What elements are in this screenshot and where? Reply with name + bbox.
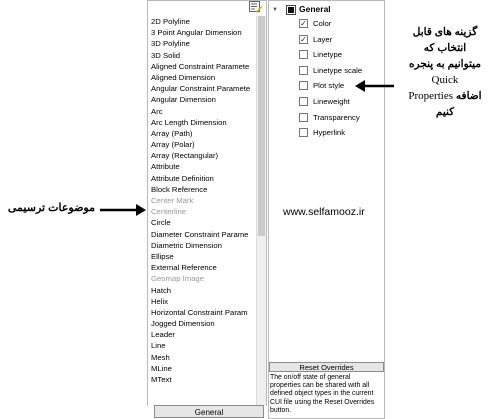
object-list-item[interactable]: Aligned Constraint Paramete	[149, 61, 255, 72]
collapse-arrow-icon[interactable]: ▼	[272, 7, 278, 13]
object-list-item[interactable]: Diameter Constraint Parame	[149, 229, 255, 240]
checkbox-unchecked[interactable]	[299, 128, 308, 138]
object-list-item[interactable]: Leader	[149, 329, 255, 340]
object-list-item[interactable]: Arc Length Dimension	[149, 117, 255, 128]
object-list-item[interactable]: Horizontal Constraint Param	[149, 307, 255, 318]
annotation-right-fa: اضافه	[455, 90, 482, 102]
object-list-scrollbar[interactable]	[256, 16, 266, 405]
annotation-right-line: گزینه های قابل	[412, 26, 478, 38]
object-list-item[interactable]: Hatch	[149, 285, 255, 296]
property-row[interactable]: ✓ Color	[299, 18, 384, 30]
general-tab-button[interactable]: General	[154, 405, 264, 418]
checkbox-unchecked[interactable]	[299, 50, 308, 60]
arrow-right-icon	[100, 204, 146, 216]
checkbox-checked[interactable]: ✓	[299, 19, 308, 28]
property-label: Layer	[313, 34, 333, 44]
object-list-item[interactable]: Block Reference	[149, 184, 255, 195]
property-row[interactable]: Transparency	[299, 112, 384, 124]
property-row[interactable]: Lineweight	[299, 96, 384, 108]
object-list-item[interactable]: Attribute Definition	[149, 173, 255, 184]
object-list-item[interactable]: 3D Solid	[149, 50, 255, 61]
property-label: Transparency	[313, 112, 360, 122]
property-row[interactable]: ✓ Layer	[299, 34, 384, 46]
object-list-item[interactable]: Array (Rectangular)	[149, 150, 255, 161]
object-list-item[interactable]: MText	[149, 374, 255, 385]
checkbox-unchecked[interactable]	[299, 97, 308, 106]
section-checkbox[interactable]	[286, 5, 296, 15]
object-list-item[interactable]: 3 Point Angular Dimension	[149, 27, 255, 38]
annotation-right: گزینه های قابل انتخاب که میتوانیم به پنج…	[392, 24, 498, 120]
annotation-right-line: Quick	[431, 74, 459, 86]
object-list-item[interactable]: 2D Polyline	[149, 16, 255, 27]
annotation-right-latin: Properties	[408, 90, 453, 102]
annotation-right-line: انتخاب که	[423, 42, 467, 54]
object-list-item[interactable]: 3D Polyline	[149, 38, 255, 49]
object-list-item[interactable]: MLine	[149, 363, 255, 374]
object-list-item[interactable]: Circle	[149, 217, 255, 228]
object-list-item[interactable]: Array (Polar)	[149, 139, 255, 150]
object-list-item[interactable]: Geomap Image	[149, 273, 255, 284]
arrow-left-icon	[355, 80, 394, 92]
annotation-right-line: کنیم	[435, 106, 455, 118]
checkbox-unchecked[interactable]	[299, 81, 308, 91]
annotation-right-line: میتوانیم به پنجره	[409, 58, 481, 70]
section-title: General	[299, 4, 331, 14]
object-list-item[interactable]: Attribute	[149, 161, 255, 172]
object-list-item[interactable]: Diametric Dimension	[149, 240, 255, 251]
website-watermark: www.selfamooz.ir	[283, 206, 365, 218]
object-list-item[interactable]: Angular Dimension	[149, 94, 255, 105]
property-label: Lineweight	[313, 97, 350, 106]
property-row[interactable]: Linetype	[299, 49, 384, 61]
object-list-item[interactable]: Centerline	[149, 206, 255, 217]
object-list-item[interactable]: External Reference	[149, 262, 255, 273]
property-label: Linetype	[313, 50, 343, 60]
description-text: The on/off state of general properties c…	[270, 374, 375, 414]
scrollbar-thumb[interactable]	[258, 16, 265, 236]
object-list-item[interactable]: Angular Constraint Paramete	[149, 83, 255, 94]
reset-overrides-button[interactable]: Reset Overrides	[269, 362, 384, 372]
property-label: Color	[313, 19, 332, 28]
checkbox-unchecked[interactable]	[299, 65, 308, 75]
property-label: Linetype scale	[313, 65, 363, 75]
object-list-item[interactable]: Jogged Dimension	[149, 318, 255, 329]
object-list-item[interactable]: Center Mark	[149, 195, 255, 206]
checkbox-unchecked[interactable]	[299, 112, 308, 122]
object-list-item[interactable]: Array (Path)	[149, 128, 255, 139]
property-row[interactable]: Linetype scale	[299, 65, 384, 77]
object-list-item[interactable]: Helix	[149, 296, 255, 307]
property-label: Plot style	[313, 81, 345, 91]
edit-list-icon[interactable]	[249, 1, 262, 13]
object-list-item[interactable]: Line	[149, 340, 255, 351]
checkbox-checked[interactable]: ✓	[299, 34, 308, 44]
property-label: Hyperlink	[313, 128, 346, 138]
object-list-item[interactable]: Ellipse	[149, 251, 255, 262]
object-list-item[interactable]: Arc	[149, 106, 255, 117]
object-list-item[interactable]: Aligned Dimension	[149, 72, 255, 83]
annotation-left: موضوعات ترسیمی	[7, 202, 95, 214]
object-list-item[interactable]: Mesh	[149, 352, 255, 363]
object-type-list[interactable]: 2D Polyline 3 Point Angular Dimension 3D P…	[149, 16, 255, 403]
property-row[interactable]: Hyperlink	[299, 127, 384, 139]
